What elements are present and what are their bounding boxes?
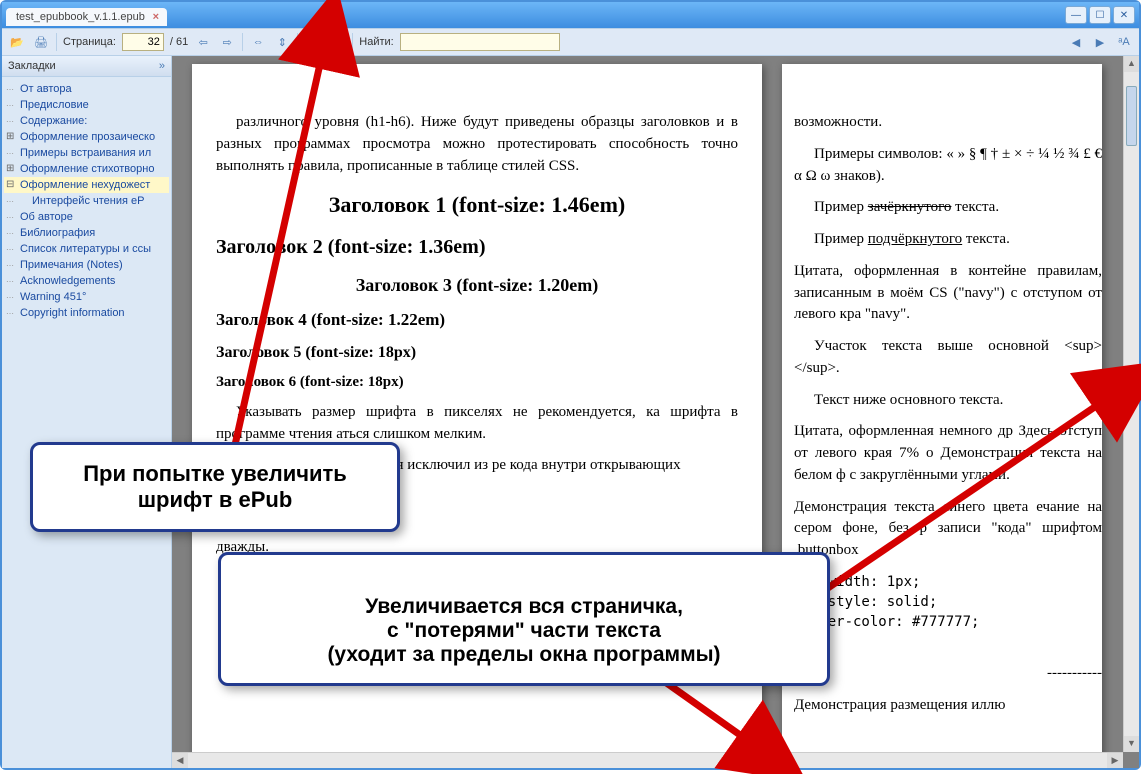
sidebar-header[interactable]: Закладки » [2,56,171,77]
window-controls: — ☐ ✕ [1065,6,1135,24]
scroll-left-icon[interactable]: ◀ [172,753,188,768]
bookmark-item[interactable]: Список литературы и ссы [4,241,169,257]
bookmark-item[interactable]: Copyright information [4,305,169,321]
separator [242,33,243,51]
zoom-in-icon[interactable]: ⊕ [304,33,322,51]
bookmark-item[interactable]: Содержание: [4,113,169,129]
paragraph: Цитата, оформленная в контейне правилам,… [794,261,1102,326]
horizontal-scrollbar[interactable]: ◀ ▶ [172,752,1123,768]
underline-text: подчёркнутого [868,231,962,247]
vertical-scrollbar[interactable]: ▲ ▼ [1123,56,1139,752]
paragraph: Цитата, оформленная немного др Здесь отс… [794,421,1102,486]
bookmark-item[interactable]: Примеры встраивания ил [4,145,169,161]
close-button[interactable]: ✕ [1113,6,1135,24]
paragraph: Примеры символов: « » § ¶ † ± × ÷ ¼ ½ ¾ … [794,144,1102,188]
find-input[interactable] [400,33,560,51]
heading-1: Заголовок 1 (font-size: 1.46em) [216,189,738,221]
page-total: / 61 [170,36,188,48]
heading-3: Заголовок 3 (font-size: 1.20em) [216,272,738,298]
scroll-right-icon[interactable]: ▶ [1107,753,1123,768]
paragraph: Пример подчёркнутого текста. [794,229,1102,251]
bookmark-item[interactable]: Оформление прозаическо [4,129,169,145]
paragraph: различного уровня (h1-h6). Ниже будут пр… [216,112,738,177]
bookmark-item[interactable]: Оформление нехудожест [4,177,169,193]
scroll-down-icon[interactable]: ▼ [1124,736,1139,752]
heading-5: Заголовок 5 (font-size: 18px) [216,341,738,364]
match-case-icon[interactable]: ᵃA [1115,33,1133,51]
paragraph: Текст ниже основного текста. [794,390,1102,412]
print-icon[interactable]: 🖨 [32,33,50,51]
bookmark-item[interactable]: Оформление стихотворно [4,161,169,177]
chevron-right-icon[interactable]: » [159,60,165,72]
bookmark-item[interactable]: Acknowledgements [4,273,169,289]
fit-width-icon[interactable]: ⇔ [249,33,267,51]
bookmark-item[interactable]: Интерфейс чтения eP [4,193,169,209]
paragraph: Демонстрация текста синего цвета ечание … [794,497,1102,562]
paragraph: Участок текста выше основной <sup> </sup… [794,336,1102,380]
separator [297,33,298,51]
strikethrough-text: зачёркнутого [868,199,952,215]
find-label: Найти: [359,36,393,48]
paragraph: ----------- [794,663,1102,685]
paragraph: Указывать размер шрифта в пикселях не ре… [216,402,738,446]
sidebar: Закладки » От автораПредисловиеСодержани… [2,56,172,768]
bookmark-item[interactable]: Примечания (Notes) [4,257,169,273]
open-icon[interactable]: 📂 [8,33,26,51]
document-tab[interactable]: test_epubbook_v.1.1.epub × [6,8,167,26]
heading-2: Заголовок 2 (font-size: 1.36em) [216,233,738,262]
separator [56,33,57,51]
bookmark-item[interactable]: Об авторе [4,209,169,225]
bookmark-item[interactable]: Warning 451° [4,289,169,305]
bookmarks-tree: От автораПредисловиеСодержание:Оформлени… [2,77,171,325]
tab-title: test_epubbook_v.1.1.epub [16,11,145,23]
sidebar-title: Закладки [8,60,56,72]
find-next-icon[interactable]: ▶ [1091,33,1109,51]
toolbar: 📂 🖨 Страница: / 61 ⇦ ⇨ ⇔ ⇕ ⊕ ⊖ Найти: ◀ … [2,28,1139,56]
minimize-button[interactable]: — [1065,6,1087,24]
annotation-callout-1: При попытке увеличить шрифт в ePub [30,442,400,532]
titlebar: test_epubbook_v.1.1.epub × — ☐ ✕ [2,2,1139,28]
paragraph: Демонстрация размещения иллю [794,695,1102,717]
paragraph: Пример зачёркнутого текста. [794,197,1102,219]
separator [352,33,353,51]
page-label: Страница: [63,36,116,48]
maximize-button[interactable]: ☐ [1089,6,1111,24]
next-page-icon[interactable]: ⇨ [218,33,236,51]
scrollbar-thumb[interactable] [1126,86,1137,146]
code-block: der-width: 1px; der-style: solid; border… [794,572,1102,653]
prev-page-icon[interactable]: ⇦ [194,33,212,51]
find-prev-icon[interactable]: ◀ [1067,33,1085,51]
zoom-out-icon[interactable]: ⊖ [328,33,346,51]
page-input[interactable] [122,33,164,51]
annotation-callout-2: Увеличивается вся страничка, с "потерями… [218,552,830,686]
fit-page-icon[interactable]: ⇕ [273,33,291,51]
scroll-up-icon[interactable]: ▲ [1124,56,1139,72]
heading-4: Заголовок 4 (font-size: 1.22em) [216,308,738,333]
heading-6: Заголовок 6 (font-size: 18px) [216,372,738,394]
bookmark-item[interactable]: Библиография [4,225,169,241]
bookmark-item[interactable]: От автора [4,81,169,97]
page-right: возможности. Примеры символов: « » § ¶ †… [782,64,1102,768]
bookmark-item[interactable]: Предисловие [4,97,169,113]
tab-close-icon[interactable]: × [149,11,163,25]
paragraph: возможности. [794,112,1102,134]
